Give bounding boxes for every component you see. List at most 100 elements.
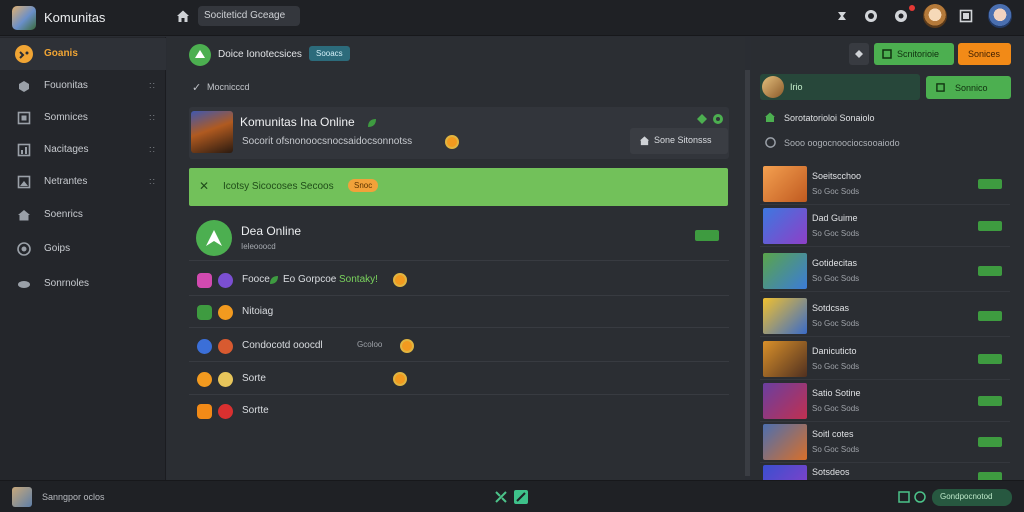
success-banner: ✕ Icotsy Sicocoses Secoos Snoc [189, 168, 728, 206]
game-badge [978, 472, 1002, 480]
sidebar-item-fouonitas[interactable]: Fouonitas :: [0, 70, 166, 102]
avatar [762, 76, 784, 98]
game-title: Soitl cotes [812, 429, 854, 439]
top-search-label: Sociteticd Gceage [204, 10, 286, 21]
feed-label: Sortte [242, 405, 269, 416]
avatar[interactable] [923, 4, 947, 28]
feed-extra: Eo Gorpcoe [283, 274, 337, 285]
toolbar-button-label: Scnitorioie [897, 49, 940, 59]
emoji-icon [218, 305, 233, 320]
toolbar-green-button[interactable]: Scnitorioie [874, 43, 954, 65]
notification-icon[interactable] [894, 9, 908, 23]
avatar[interactable] [12, 487, 32, 507]
status-item[interactable]: Dea Online Ieleooocd [189, 217, 729, 261]
game-thumbnail [763, 383, 807, 419]
banner-label: Icotsy Sicocoses Secoos [223, 181, 334, 192]
game-thumbnail [763, 253, 807, 289]
drag-handle-icon[interactable]: :: [149, 176, 156, 186]
sidebar-item-label: Goips [44, 243, 71, 254]
scrollbar[interactable] [745, 70, 750, 476]
game-list-item[interactable]: Sotsdeos [760, 463, 1010, 480]
game-badge [978, 396, 1002, 406]
sidebar-item-label: Somnices [44, 112, 88, 123]
drag-handle-icon[interactable]: :: [149, 112, 156, 122]
feed-label: Fooce [242, 274, 270, 285]
game-thumbnail [763, 424, 807, 460]
feed-item[interactable]: Fooce Eo Gorpcoe Sontaky! [189, 264, 729, 296]
footer-status-pill[interactable]: Gondpocnotod [932, 489, 1012, 506]
game-list-item[interactable]: Danicuticto So Goc Sods [760, 339, 1010, 380]
sidebar-item-goanis[interactable]: Goanis [0, 38, 166, 70]
sidebar-item-sonrnoles[interactable]: Sonrnoles [0, 268, 166, 300]
sidebar-item-goips[interactable]: Goips [0, 233, 166, 265]
image-icon [17, 175, 31, 189]
avatar[interactable] [988, 4, 1012, 28]
game-title: Gotidecitas [812, 258, 858, 268]
status-title: Dea Online [241, 224, 302, 238]
feed-item[interactable]: Sorte [189, 363, 729, 395]
user-bar[interactable]: Irio [760, 74, 920, 100]
community-card[interactable]: Komunitas Ina Online Socorit ofsnonoocsn… [189, 107, 729, 159]
game-badge [978, 311, 1002, 321]
game-list-item[interactable]: Sotdcsas So Goc Sods [760, 296, 1010, 337]
top-search-field[interactable]: Sociteticd Gceage [198, 6, 300, 26]
user-name: Irio [790, 82, 803, 92]
edit-icon[interactable] [513, 489, 529, 505]
game-title: Sotsdeos [812, 467, 850, 477]
coin-icon [400, 339, 414, 353]
emoji-icon [197, 305, 212, 320]
feed-label: Condocotd ooocdl [242, 340, 323, 351]
game-badge [978, 437, 1002, 447]
card-button-label: Sone Sitonsss [654, 135, 712, 145]
main-header-title: Doice Ionotecsices [218, 49, 302, 60]
emoji-icon [218, 273, 233, 288]
filter-button[interactable] [849, 43, 869, 65]
feed-item[interactable]: Sortte [189, 395, 729, 427]
settings-icon[interactable] [712, 113, 724, 125]
game-badge [978, 266, 1002, 276]
game-list-item[interactable]: Satio Sotine So Goc Sods [760, 381, 1010, 422]
drag-handle-icon[interactable]: :: [149, 80, 156, 90]
coin-icon [445, 135, 459, 149]
sidebar-item-netrantes[interactable]: Netrantes :: [0, 166, 166, 198]
app-title: Komunitas [44, 10, 106, 25]
feed-item[interactable]: Condocotd ooocdl Gcoloo [189, 330, 729, 362]
puzzle-icon [19, 81, 29, 92]
sidebar-item-label: Goanis [44, 48, 78, 59]
home-icon [18, 210, 30, 221]
gamepad-icon [18, 281, 30, 288]
sidebar-item-somnices[interactable]: Somnices :: [0, 102, 166, 134]
sidebar-item-soenrics[interactable]: Soenrics [0, 199, 166, 231]
home-icon[interactable] [176, 9, 190, 23]
puzzle-icon[interactable] [696, 113, 708, 125]
emoji-icon [197, 404, 212, 419]
game-list-item[interactable]: Soitl cotes So Goc Sods [760, 422, 1010, 463]
toolbar-orange-button[interactable]: Sonices [958, 43, 1011, 65]
globe-icon[interactable] [914, 491, 926, 503]
emoji-icon [197, 339, 212, 354]
header-tag[interactable]: Sooacs [309, 46, 350, 61]
game-thumbnail [763, 298, 807, 334]
sidebar-item-nacitages[interactable]: Nacitages :: [0, 134, 166, 166]
join-button[interactable]: Sonnico [926, 76, 1011, 99]
game-list-item[interactable]: Gotidecitas So Goc Sods [760, 251, 1010, 292]
section-label: Mocnicccd [207, 82, 250, 92]
gamepad-icon[interactable] [835, 9, 849, 23]
banner-tag[interactable]: Snoc [348, 179, 379, 192]
tools-icon[interactable] [493, 489, 509, 505]
shield-icon [17, 242, 31, 256]
close-icon[interactable]: ✕ [199, 179, 209, 193]
window-icon[interactable] [959, 9, 973, 23]
drag-handle-icon[interactable]: :: [149, 144, 156, 154]
window-icon[interactable] [898, 491, 910, 503]
game-thumbnail [763, 208, 807, 244]
game-list-item[interactable]: Soeitscchoo So Goc Sods [760, 164, 1010, 205]
top-bar: Komunitas Sociteticd Gceage [0, 0, 1024, 36]
card-action-button[interactable]: Sone Sitonsss [630, 128, 728, 154]
panel-subheading: Sooo oogocnoociocsooaiodo [784, 138, 900, 148]
emoji-icon [218, 404, 233, 419]
globe-icon[interactable] [864, 9, 878, 23]
game-list-item[interactable]: Dad Guime So Goc Sods [760, 206, 1010, 247]
feed-item[interactable]: Nitoiag [189, 296, 729, 328]
join-button-label: Sonnico [955, 83, 988, 93]
